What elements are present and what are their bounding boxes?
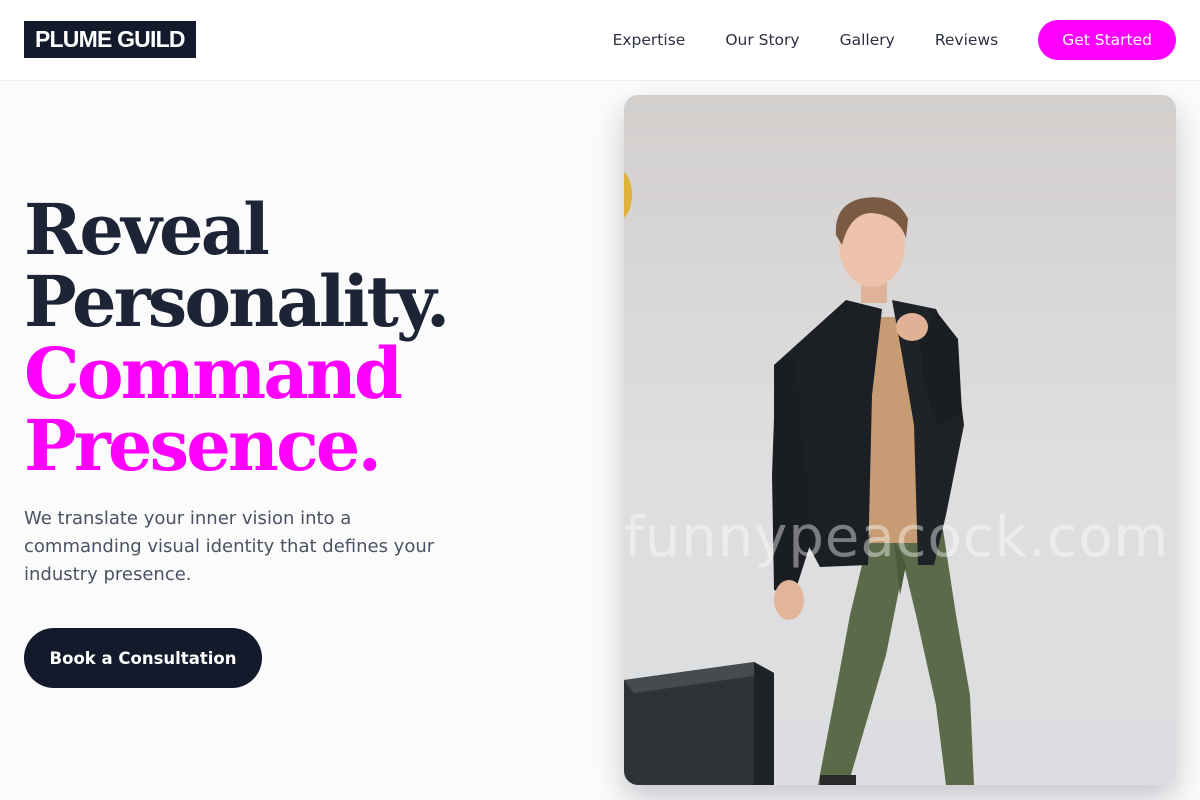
hero-title: Reveal Personality. Command Presence.	[24, 194, 584, 482]
get-started-button[interactable]: Get Started	[1038, 20, 1176, 60]
hero-title-line-2: Personality.	[24, 260, 450, 343]
brand-logo[interactable]: PLUME GUILD	[24, 21, 196, 58]
book-consultation-button[interactable]: Book a Consultation	[24, 628, 262, 688]
nav-link-gallery[interactable]: Gallery	[840, 31, 895, 49]
hero-title-line-1: Reveal	[24, 188, 270, 271]
hero-description: We translate your inner vision into a co…	[24, 508, 435, 585]
model-photo-illustration	[624, 95, 1176, 785]
main-nav: Expertise Our Story Gallery Reviews Get …	[613, 20, 1176, 60]
hero-photo: funnypeacock.com	[624, 95, 1176, 785]
site-header: PLUME GUILD Expertise Our Story Gallery …	[0, 0, 1200, 81]
nav-link-our-story[interactable]: Our Story	[725, 31, 799, 49]
nav-link-reviews[interactable]: Reviews	[935, 31, 998, 49]
nav-link-expertise[interactable]: Expertise	[613, 31, 686, 49]
hero-title-line-3: Command	[24, 332, 403, 415]
hero-title-line-4: Presence.	[24, 404, 382, 487]
